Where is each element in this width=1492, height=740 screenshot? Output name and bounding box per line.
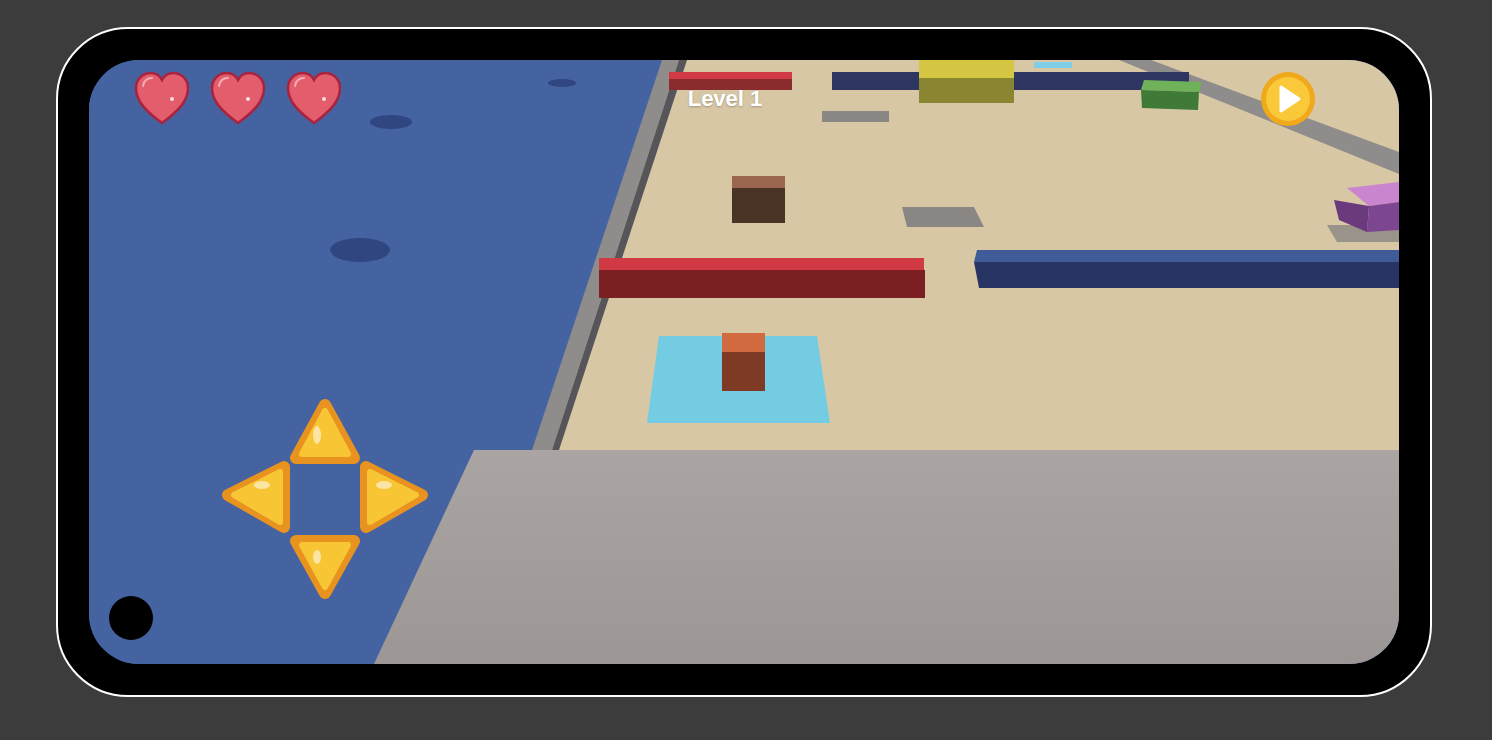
down-arrow-icon[interactable] bbox=[296, 541, 354, 593]
brown-cube bbox=[732, 188, 785, 223]
up-arrow-icon[interactable] bbox=[296, 405, 354, 458]
blue-bar-top bbox=[974, 250, 1399, 262]
dpad bbox=[220, 395, 430, 605]
game-scene bbox=[89, 60, 1399, 664]
camera-dot bbox=[109, 596, 153, 640]
heart-icon bbox=[210, 70, 266, 126]
green-block-top bbox=[1141, 80, 1202, 92]
player-cube bbox=[722, 352, 765, 391]
hud-top-bar: Level 1 bbox=[89, 60, 1399, 127]
water bbox=[89, 60, 1399, 664]
red-bar bbox=[599, 270, 925, 298]
left-arrow-icon[interactable] bbox=[228, 467, 284, 527]
purple-block bbox=[1334, 200, 1369, 232]
purple-block-top bbox=[1347, 182, 1399, 206]
foreground-ledge bbox=[374, 450, 1399, 664]
green-block bbox=[1141, 90, 1199, 110]
heart-icon bbox=[134, 70, 190, 126]
page: Level 1 bbox=[0, 0, 1492, 740]
game-screen: Level 1 bbox=[89, 60, 1399, 664]
yellow-block-top bbox=[919, 60, 1014, 78]
shadow bbox=[902, 207, 984, 227]
phone-frame: Level 1 bbox=[56, 27, 1432, 697]
yellow-block bbox=[919, 78, 1014, 103]
heart-icon bbox=[286, 70, 342, 126]
red-bar-top bbox=[599, 258, 924, 270]
play-button-icon[interactable] bbox=[1260, 71, 1316, 127]
level-label: Level 1 bbox=[688, 70, 763, 112]
player-cube-top bbox=[722, 333, 765, 352]
purple-block-front bbox=[1367, 202, 1399, 232]
goal-pad bbox=[1034, 62, 1072, 68]
brown-cube-top bbox=[732, 176, 785, 188]
platform-floor bbox=[551, 60, 1399, 450]
right-arrow-icon[interactable] bbox=[366, 467, 422, 527]
hud-right bbox=[762, 70, 1316, 127]
far-red-bar-top bbox=[669, 72, 792, 79]
lives bbox=[134, 70, 688, 126]
shadow bbox=[822, 111, 889, 122]
blue-bar bbox=[974, 262, 1399, 288]
